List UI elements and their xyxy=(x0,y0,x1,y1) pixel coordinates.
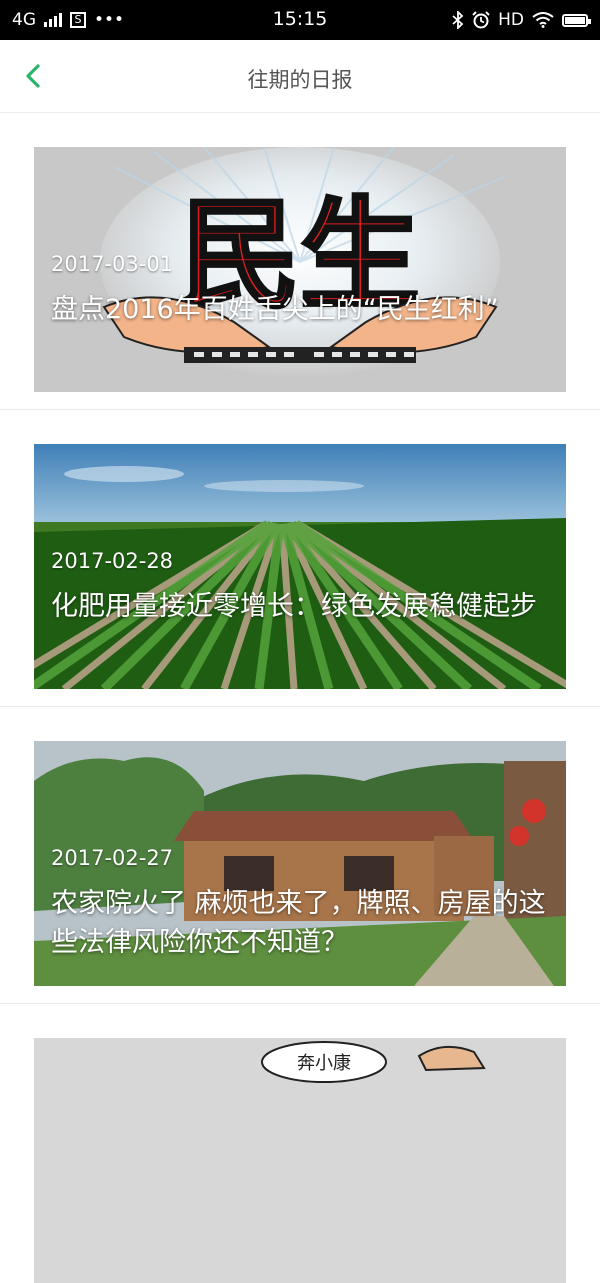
divider xyxy=(0,1003,600,1004)
alarm-icon xyxy=(472,11,490,29)
article-image-xiaokang: 奔小康 xyxy=(34,1038,566,1283)
article-title: 化肥用量接近零增长：绿色发展稳健起步 xyxy=(51,591,537,622)
battery-icon xyxy=(562,13,591,27)
article-date: 2017-03-01 xyxy=(51,252,174,276)
article-title: 农家院火了 麻烦也来了，牌照、房屋的这些法律风险你还不知道？ xyxy=(51,888,546,958)
article-card[interactable]: 奔小康 xyxy=(34,1038,566,1283)
xiaokang-label: 奔小康 xyxy=(297,1053,351,1074)
divider xyxy=(0,409,600,410)
divider xyxy=(0,706,600,707)
article-card[interactable]: 民生 2017-03-01 盘点2016年百姓舌尖上的“民生红利” xyxy=(34,147,566,392)
status-bar: 4G S ••• 15:15 HD xyxy=(0,0,600,40)
article-card[interactable]: 2017-02-28 化肥用量接近零增长：绿色发展稳健起步 xyxy=(34,444,566,689)
hd-label: HD xyxy=(498,10,524,30)
article-card[interactable]: 2017-02-27 农家院火了 麻烦也来了，牌照、房屋的这些法律风险你还不知道… xyxy=(34,741,566,986)
navigation-bar: 往期的日报 xyxy=(0,40,600,113)
article-title: 盘点2016年百姓舌尖上的“民生红利” xyxy=(51,294,499,325)
status-right: HD xyxy=(452,9,591,31)
page-title: 往期的日报 xyxy=(247,68,353,92)
wifi-icon xyxy=(532,12,554,28)
bluetooth-icon xyxy=(452,11,464,29)
article-date: 2017-02-28 xyxy=(51,549,174,573)
article-date: 2017-02-27 xyxy=(51,846,174,870)
